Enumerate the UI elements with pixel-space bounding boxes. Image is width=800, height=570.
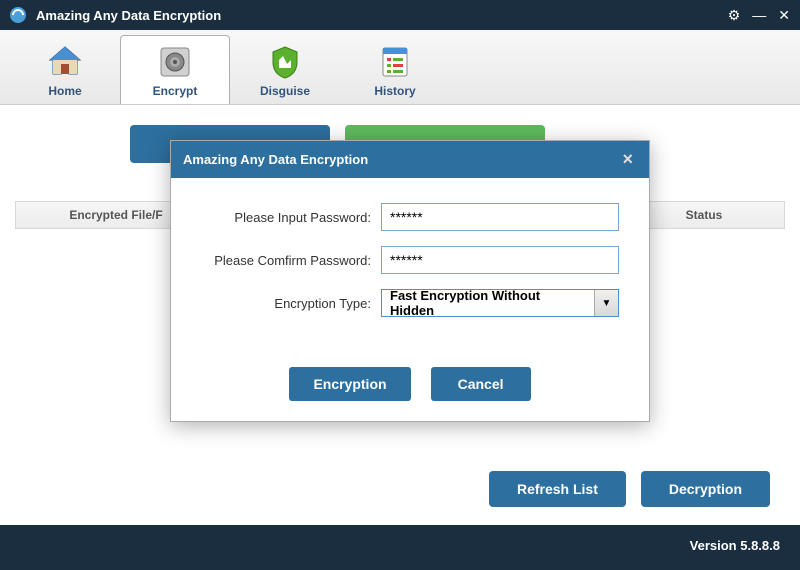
toolbar-disguise-label: Disguise — [260, 84, 310, 98]
chevron-down-icon: ▼ — [594, 290, 618, 316]
toolbar: Home Encrypt Disguise History — [0, 30, 800, 105]
encryption-type-value: Fast Encryption Without Hidden — [382, 288, 594, 318]
minimize-icon[interactable]: — — [752, 7, 766, 24]
footer: Version 5.8.8.8 — [0, 525, 800, 565]
toolbar-encrypt[interactable]: Encrypt — [120, 35, 230, 104]
encryption-type-select[interactable]: Fast Encryption Without Hidden ▼ — [381, 289, 619, 317]
encryption-button[interactable]: Encryption — [289, 367, 410, 401]
toolbar-home-label: Home — [48, 84, 81, 98]
confirm-password-input[interactable] — [381, 246, 619, 274]
disguise-shield-icon — [265, 42, 305, 82]
home-icon — [45, 42, 85, 82]
refresh-list-button[interactable]: Refresh List — [489, 471, 626, 507]
toolbar-disguise[interactable]: Disguise — [230, 35, 340, 104]
version-label: Version 5.8.8.8 — [690, 538, 780, 553]
toolbar-history[interactable]: History — [340, 35, 450, 104]
toolbar-history-label: History — [374, 84, 415, 98]
encryption-type-label: Encryption Type: — [201, 296, 381, 311]
toolbar-home[interactable]: Home — [10, 35, 120, 104]
encryption-dialog: Amazing Any Data Encryption × Please Inp… — [170, 140, 650, 422]
decryption-button[interactable]: Decryption — [641, 471, 770, 507]
cancel-button[interactable]: Cancel — [431, 367, 531, 401]
password-input[interactable] — [381, 203, 619, 231]
close-icon[interactable]: ✕ — [778, 7, 790, 24]
app-icon — [10, 7, 26, 23]
dialog-header: Amazing Any Data Encryption × — [171, 141, 649, 178]
settings-icon[interactable]: ⚙ — [728, 7, 741, 24]
toolbar-encrypt-label: Encrypt — [153, 84, 198, 98]
app-title: Amazing Any Data Encryption — [36, 8, 728, 23]
encrypt-vault-icon — [155, 42, 195, 82]
password-label: Please Input Password: — [201, 210, 381, 225]
history-list-icon — [375, 42, 415, 82]
dialog-close-icon[interactable]: × — [618, 149, 637, 170]
titlebar: Amazing Any Data Encryption ⚙ — ✕ — [0, 0, 800, 30]
dialog-title: Amazing Any Data Encryption — [183, 152, 618, 167]
confirm-password-label: Please Comfirm Password: — [201, 253, 381, 268]
